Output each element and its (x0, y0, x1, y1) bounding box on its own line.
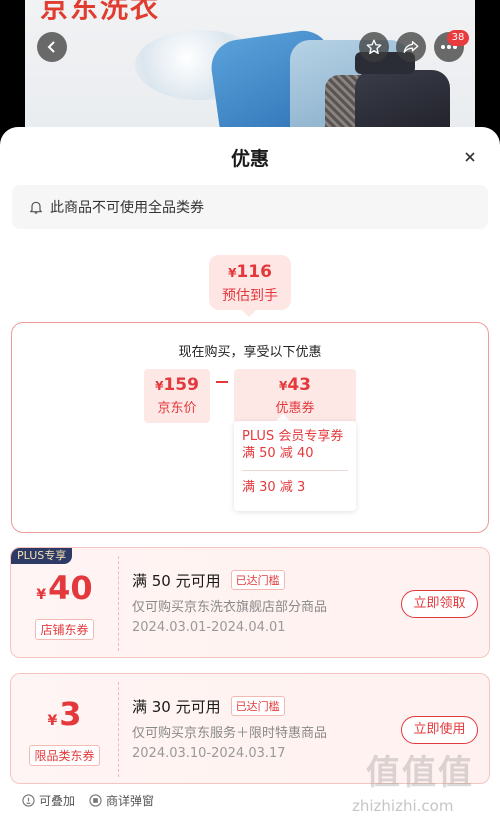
coupon-amount: ¥3 (47, 695, 82, 733)
minus-sign (216, 381, 228, 383)
sheet-title: 优惠 (230, 148, 269, 170)
coupon-detail-list: PLUS 会员专享券 满 50 减 40 满 30 减 3 (234, 421, 356, 511)
product-page-background: 京东洗衣 38 (0, 0, 500, 140)
share-button[interactable] (396, 32, 426, 62)
price-pointer (241, 309, 257, 317)
coupon-detail-category: 满 30 减 3 (242, 480, 306, 495)
detail-pointer (276, 414, 290, 421)
coupon-total-label: 优惠券 (275, 401, 315, 416)
coupon-amount-block: ¥3 限品类东券 (11, 674, 118, 783)
close-button[interactable] (458, 145, 482, 169)
discount-sheet: 优惠 此商品不可使用全品类券 ¥116 预估到手 现在购买，享受以下优惠 ¥15… (0, 127, 500, 823)
bell-icon (30, 201, 42, 214)
estimated-price-label: 预估到手 (222, 288, 278, 304)
notice-text: 此商品不可使用全品类券 (50, 200, 204, 216)
stackable-legend: 可叠加 (22, 792, 75, 809)
coupon-total-box: ¥43 优惠券 (234, 369, 356, 423)
close-icon (465, 152, 475, 162)
coupon-amount: ¥40 (36, 569, 93, 607)
product-banner-image: 京东洗衣 (25, 0, 475, 140)
back-icon (47, 41, 55, 53)
watermark-logo: 值值值 (366, 753, 474, 793)
coupon-type-tag: 限品类东券 (29, 745, 100, 766)
share-icon (403, 41, 419, 53)
coupon-validity: 2024.03.01-2024.04.01 (132, 620, 286, 635)
condition-met-tag: 已达门槛 (230, 696, 285, 716)
jd-price-value: ¥159 (155, 375, 199, 395)
estimated-price: ¥116 (228, 262, 272, 282)
star-icon (366, 39, 382, 55)
coupon-threshold: 满 50 元可用 已达门槛 (132, 570, 285, 591)
popup-icon (89, 794, 102, 807)
condition-met-tag: 已达门槛 (230, 570, 285, 590)
use-coupon-button[interactable]: 立即使用 (401, 716, 478, 744)
coupon-description: 仅可购买京东洗衣旗舰店部分商品 (132, 600, 328, 615)
jd-price-box: ¥159 京东价 (144, 369, 210, 423)
coupon-notice: 此商品不可使用全品类券 (12, 185, 488, 229)
back-button[interactable] (37, 32, 67, 62)
notification-badge: 38 (447, 30, 469, 46)
coupon-amount-block: ¥40 店铺东券 (11, 548, 118, 657)
coupon-total-value: ¥43 (278, 375, 312, 395)
favorite-button[interactable] (359, 32, 389, 62)
coupon-detail-plus: PLUS 会员专享券 满 50 减 40 (242, 429, 344, 461)
calculation-heading: 现在购买，享受以下优惠 (178, 345, 322, 360)
watermark-url: zhizhizhi.com (352, 797, 454, 815)
coupon-type-tag: 店铺东券 (35, 619, 94, 640)
price-calculation-panel: 现在购买，享受以下优惠 ¥159 京东价 ¥43 优惠券 PLUS 会员专享券 … (11, 322, 489, 533)
coupon-description: 仅可购买京东服务＋限时特惠商品 (132, 726, 328, 741)
coupon-footer-legend: 可叠加 商详弹窗 (22, 792, 154, 809)
jd-price-label: 京东价 (157, 401, 197, 416)
popup-legend: 商详弹窗 (89, 792, 154, 809)
banner-title: 京东洗衣 (40, 0, 161, 24)
coupon-card-plus: PLUS专享 ¥40 店铺东券 满 50 元可用 已达门槛 仅可购买京东洗衣旗舰店… (10, 547, 490, 658)
estimated-price-box: ¥116 预估到手 (209, 255, 291, 310)
info-icon (22, 794, 35, 807)
coupon-threshold: 满 30 元可用 已达门槛 (132, 696, 285, 717)
coupon-validity: 2024.03.10-2024.03.17 (132, 746, 286, 761)
claim-coupon-button[interactable]: 立即领取 (401, 590, 478, 618)
